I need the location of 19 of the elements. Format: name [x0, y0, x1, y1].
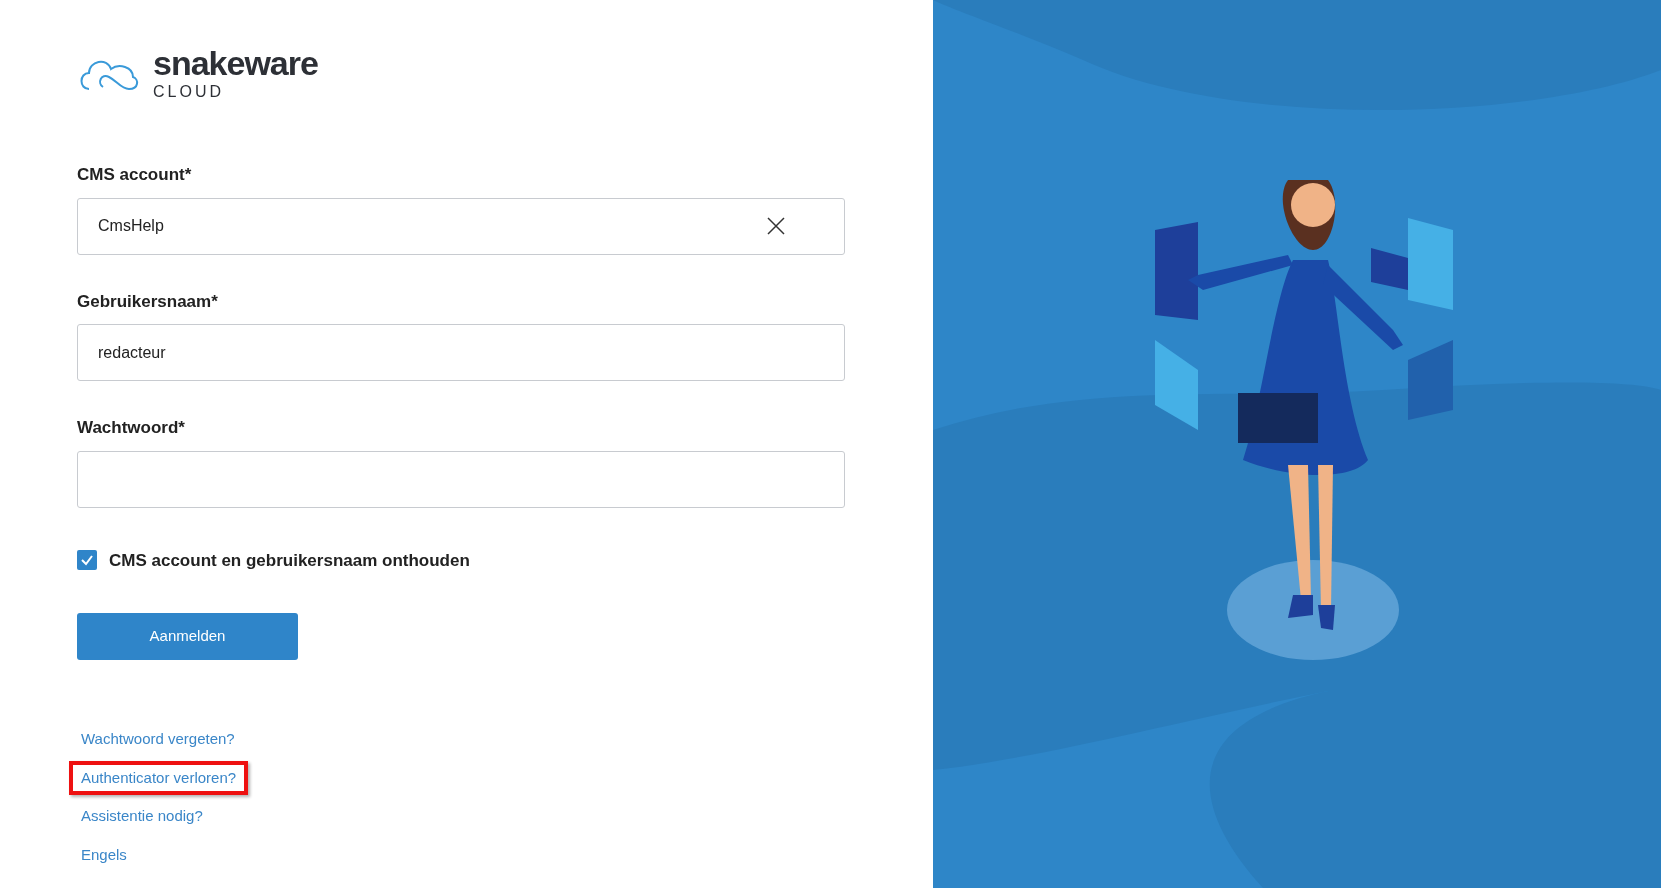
help-link[interactable]: Authenticator verloren?: [69, 760, 249, 795]
field-label: Wachtwoord*: [77, 417, 186, 439]
login-button[interactable]: Aanmelden: [77, 613, 298, 660]
text-field[interactable]: redacteur: [77, 324, 845, 381]
brand-subtitle: CLOUD: [153, 84, 225, 100]
help-link[interactable]: Assistentie nodig?: [69, 799, 215, 834]
checkmark-icon: [80, 553, 94, 568]
field-value: CmsHelp: [98, 217, 164, 234]
brand-name: snakeware: [153, 46, 318, 80]
help-link[interactable]: Wachtwoord vergeten?: [69, 722, 247, 757]
close-icon[interactable]: [766, 216, 786, 236]
field-value: redacteur: [98, 343, 166, 361]
field-label: Gebruikersnaam*: [77, 290, 219, 313]
checkbox-label: CMS account en gebruikersnaam onthouden: [109, 549, 470, 572]
field-label: CMS account*: [77, 164, 193, 186]
checkbox[interactable]: [77, 550, 97, 571]
text-field[interactable]: [77, 450, 845, 508]
text-field[interactable]: CmsHelp: [77, 197, 845, 255]
help-link[interactable]: Engels: [69, 837, 139, 872]
